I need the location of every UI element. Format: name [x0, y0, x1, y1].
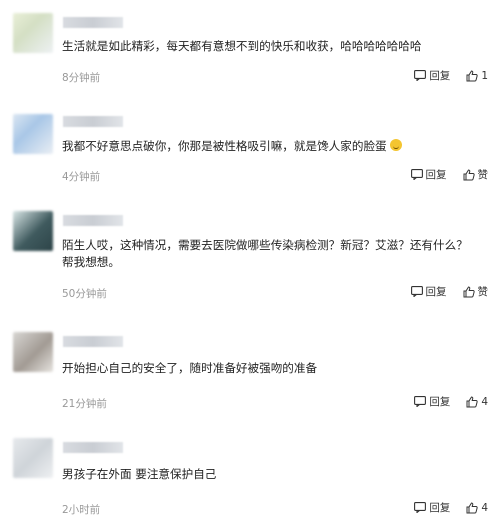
- comment-text-content: 我都不好意思点破你，你那是被性格吸引嘛，就是馋人家的脸蛋: [62, 139, 387, 153]
- comment-item: 开始担心自己的安全了，随时准备好被强吻的准备 21分钟前 回复 4: [0, 319, 500, 425]
- reply-icon: [414, 396, 427, 407]
- avatar[interactable]: [13, 332, 53, 372]
- avatar[interactable]: [13, 13, 53, 53]
- comment-text: 陌生人哎，这种情况，需要去医院做哪些传染病检测？新冠？艾滋？还有什么？帮我想想。: [62, 238, 468, 269]
- like-label: 赞: [477, 169, 489, 181]
- comment-time: 50分钟前: [62, 288, 107, 300]
- reply-icon: [414, 502, 427, 513]
- comment-item: 我都不好意思点破你，你那是被性格吸引嘛，就是馋人家的脸蛋 4分钟前 回复 赞: [0, 99, 500, 198]
- like-count: 4: [481, 395, 488, 408]
- comment-text: 我都不好意思点破你，你那是被性格吸引嘛，就是馋人家的脸蛋: [62, 138, 474, 155]
- reply-label: 回复: [429, 70, 451, 82]
- comment-actions: 回复 1: [414, 68, 488, 83]
- like-count: 4: [481, 501, 488, 514]
- like-count: 1: [481, 69, 488, 82]
- comment-text: 生活就是如此精彩，每天都有意想不到的快乐和收获，哈哈哈哈哈哈哈: [62, 39, 422, 53]
- username-blurred[interactable]: [63, 336, 123, 347]
- reply-button[interactable]: 回复: [414, 68, 450, 83]
- avatar[interactable]: [13, 438, 53, 478]
- thumbs-up-icon: [466, 395, 478, 407]
- reply-button[interactable]: 回复: [414, 394, 450, 409]
- comment-actions: 回复 赞: [410, 284, 489, 299]
- avatar[interactable]: [13, 211, 53, 251]
- comment-text: 男孩子在外面 要注意保护自己: [62, 467, 217, 481]
- reply-icon: [414, 70, 427, 81]
- comment-actions: 回复 赞: [410, 167, 489, 182]
- comment-time: 21分钟前: [62, 398, 107, 410]
- avatar[interactable]: [13, 114, 53, 154]
- username-blurred[interactable]: [63, 215, 123, 226]
- reply-label: 回复: [429, 396, 451, 408]
- username-blurred[interactable]: [63, 116, 123, 127]
- smile-emoji-icon: [389, 139, 402, 151]
- comment-item: 男孩子在外面 要注意保护自己 2小时前 回复 4: [0, 425, 500, 516]
- reply-label: 回复: [429, 502, 451, 514]
- thumbs-up-icon: [463, 285, 475, 297]
- comment-time: 2小时前: [62, 504, 101, 516]
- reply-label: 回复: [425, 169, 447, 181]
- reply-button[interactable]: 回复: [414, 500, 450, 515]
- comment-item: 陌生人哎，这种情况，需要去医院做哪些传染病检测？新冠？艾滋？还有什么？帮我想想。…: [0, 198, 500, 319]
- comment-item: 生活就是如此精彩，每天都有意想不到的快乐和收获，哈哈哈哈哈哈哈 8分钟前 回复 …: [0, 0, 500, 99]
- thumbs-up-icon: [463, 168, 475, 180]
- username-blurred[interactable]: [63, 17, 123, 28]
- reply-button[interactable]: 回复: [410, 284, 447, 299]
- reply-label: 回复: [425, 286, 447, 298]
- comment-actions: 回复 4: [414, 500, 488, 515]
- reply-button[interactable]: 回复: [410, 167, 447, 182]
- like-button[interactable]: 1: [466, 70, 488, 82]
- thumbs-up-icon: [466, 69, 478, 81]
- like-button[interactable]: 赞: [463, 167, 489, 182]
- comment-text: 开始担心自己的安全了，随时准备好被强吻的准备: [62, 361, 318, 375]
- like-button[interactable]: 赞: [463, 284, 489, 299]
- like-button[interactable]: 4: [466, 396, 488, 408]
- thumbs-up-icon: [466, 501, 478, 513]
- reply-icon: [410, 169, 423, 180]
- comment-time: 4分钟前: [62, 171, 101, 183]
- username-blurred[interactable]: [63, 442, 123, 453]
- reply-icon: [410, 286, 423, 297]
- like-label: 赞: [477, 286, 489, 298]
- comment-actions: 回复 4: [414, 394, 488, 409]
- comment-time: 8分钟前: [62, 72, 101, 84]
- like-button[interactable]: 4: [466, 502, 488, 514]
